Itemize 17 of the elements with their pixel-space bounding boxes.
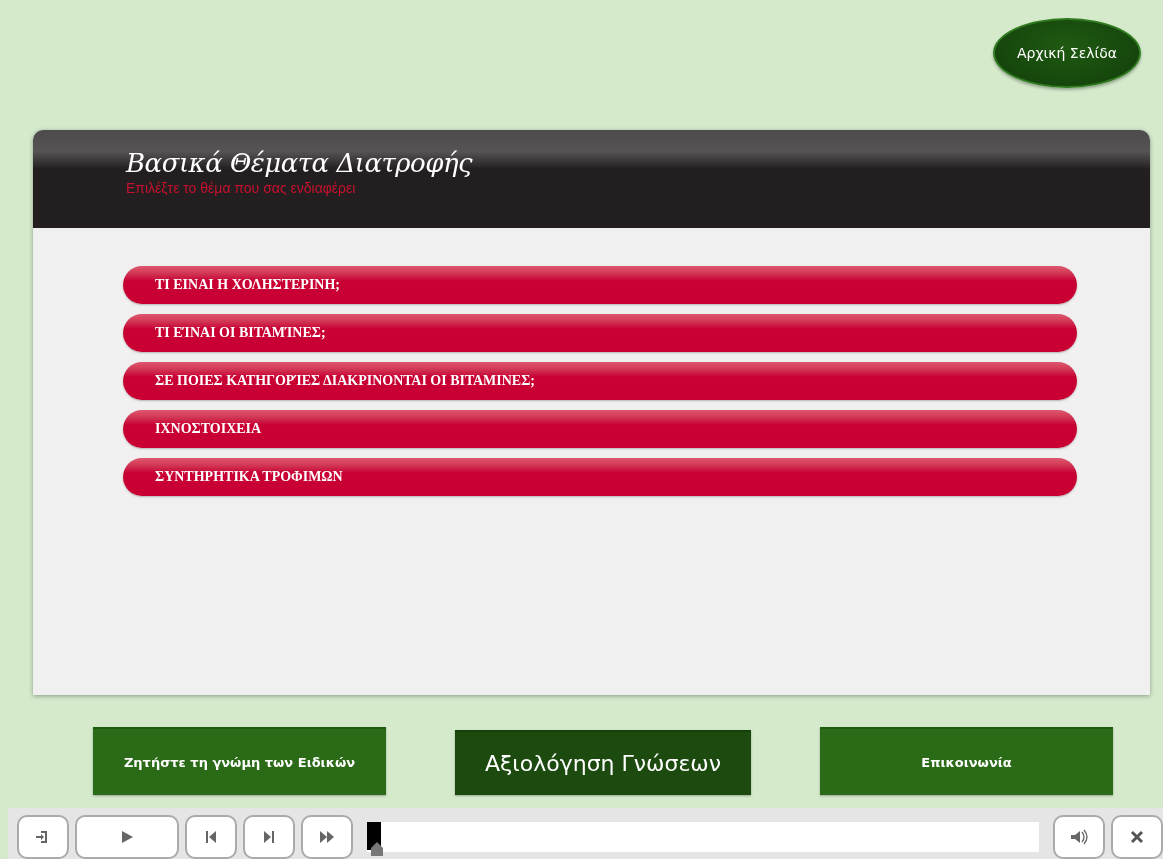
- exit-button[interactable]: [17, 814, 69, 859]
- topic-button[interactable]: ΙΧΝΟΣΤΟΙΧΕΙΑ: [123, 410, 1077, 448]
- close-button[interactable]: [1111, 814, 1163, 859]
- previous-button[interactable]: [185, 814, 237, 859]
- topic-button[interactable]: ΣΕ ΠΟΙΕΣ ΚΑΤΗΓΟΡΊΕΣ ΔΙΑΚΡΙΝΟΝΤΑΙ ΟΙ ΒΙΤΑΜΙΝΕΣ;: [123, 362, 1077, 400]
- nav-button[interactable]: Επικοινωνία: [820, 727, 1113, 795]
- fast-forward-button[interactable]: [301, 814, 353, 859]
- topic-button[interactable]: ΣΥΝΤΗΡΗΤΙΚΑ ΤΡΟΦΙΜΩΝ: [123, 458, 1077, 496]
- topic-button[interactable]: ΤΙ ΕΊΝΑΙ ΟΙ ΒΙΤΑΜΊΝΕΣ;: [123, 314, 1077, 352]
- next-button[interactable]: [243, 814, 295, 859]
- volume-button[interactable]: [1053, 814, 1105, 859]
- nav-button[interactable]: Ζητήστε τη γνώμη των Ειδικών: [93, 727, 386, 795]
- topic-button[interactable]: ΤΙ ΕΙΝΑΙ Η ΧΟΛΗΣΤΕΡΙΝΗ;: [123, 266, 1077, 304]
- panel-subtitle: Επιλέξτε το θέμα που σας ενδιαφέρει: [126, 180, 357, 196]
- panel-title: Βασικά Θέματα Διατροφής: [126, 148, 474, 178]
- nav-button[interactable]: Αξιολόγηση Γνώσεων: [455, 730, 751, 795]
- home-button[interactable]: Αρχική Σελίδα: [993, 18, 1141, 88]
